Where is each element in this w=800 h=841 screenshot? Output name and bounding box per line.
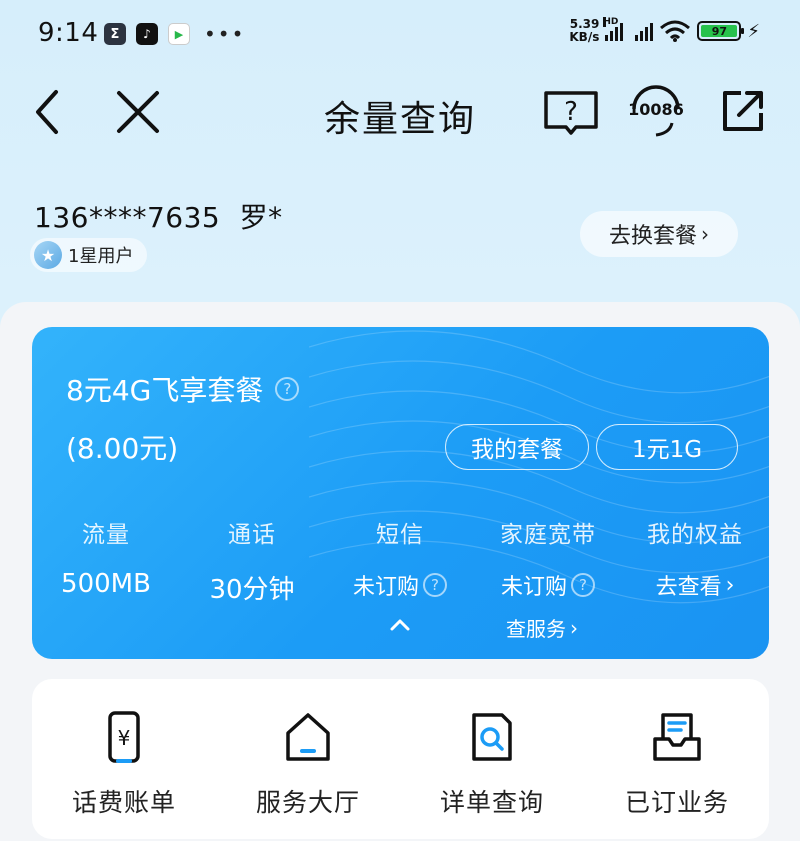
- hd-label: HD: [603, 17, 619, 27]
- promo-button[interactable]: 1元1G: [596, 424, 738, 470]
- sigma-app-icon: Σ: [104, 23, 126, 45]
- usage-value: 500MB: [32, 569, 180, 599]
- change-plan-button[interactable]: 去换套餐 ›: [580, 211, 738, 257]
- usage-value-text: 去查看: [655, 575, 722, 600]
- usage-label: 通话: [228, 522, 276, 548]
- usage-sms[interactable]: 短信 未订购 ?: [326, 515, 474, 601]
- customer-service-button[interactable]: 10086: [624, 78, 688, 142]
- usage-value-text: 30分钟: [209, 575, 295, 605]
- question-icon[interactable]: ?: [423, 573, 447, 597]
- help-book-icon: ?: [544, 91, 598, 135]
- usage-label: 家庭宽带: [500, 522, 596, 548]
- usage-value-text: 500MB: [61, 569, 151, 599]
- status-bar: 9:14 Σ ♪ ▶ ••• 5.39 KB/s HD 97 ⚡: [0, 0, 800, 70]
- plan-name-label: 8元4G飞享套餐: [66, 374, 264, 407]
- decorative-wave-pattern: [309, 330, 769, 604]
- usage-value-text: 未订购: [500, 575, 567, 600]
- svg-text:¥: ¥: [118, 726, 131, 750]
- plan-name[interactable]: 8元4G飞享套餐 ?: [66, 369, 300, 409]
- share-button[interactable]: [714, 82, 772, 140]
- tiktok-app-icon: ♪: [136, 23, 158, 45]
- quick-actions-card: ¥ 话费账单 服务大厅 详单查询 已订业务: [32, 679, 769, 839]
- user-level-label: 1星用户: [68, 246, 134, 267]
- wifi-icon: [660, 20, 691, 42]
- question-icon[interactable]: ?: [571, 573, 595, 597]
- collapse-chevron-up-icon[interactable]: [388, 617, 412, 633]
- plan-price: (8.00元): [66, 432, 179, 465]
- usage-broadband[interactable]: 家庭宽带 未订购 ?: [474, 515, 622, 601]
- service-number: 10086: [628, 100, 684, 119]
- status-time: 9:14: [38, 18, 99, 48]
- usage-value: 去查看 ›: [621, 569, 769, 601]
- chevron-right-icon: ›: [701, 222, 709, 246]
- usage-label: 流量: [82, 522, 130, 548]
- bill-icon: ¥: [108, 711, 140, 763]
- quick-action-detail[interactable]: 详单查询: [400, 709, 584, 819]
- nav-bar: 余量查询 ? 10086: [0, 70, 800, 160]
- battery-icon: 97: [697, 21, 745, 41]
- charging-icon: ⚡: [747, 20, 760, 42]
- signal-1-icon: HD: [603, 17, 624, 41]
- battery-level: 97: [701, 25, 738, 38]
- quick-action-subscribed[interactable]: 已订业务: [585, 709, 769, 819]
- usage-value: 未订购 ?: [326, 569, 474, 601]
- question-icon[interactable]: ?: [275, 377, 300, 401]
- chevron-right-icon: ›: [725, 572, 735, 598]
- usage-value-text: 未订购: [352, 575, 419, 600]
- check-service-label: 查服务: [506, 617, 566, 641]
- help-button[interactable]: ?: [540, 84, 602, 140]
- quick-action-bill[interactable]: ¥ 话费账单: [32, 709, 216, 819]
- user-phone: 136****7635: [34, 201, 221, 234]
- detail-search-icon: [472, 713, 512, 761]
- user-level-badge[interactable]: ★ 1星用户: [30, 238, 148, 272]
- help-symbol: ?: [564, 97, 578, 127]
- subscribed-icon: [653, 713, 701, 761]
- check-service-link[interactable]: 查服务 ›: [506, 613, 578, 642]
- quick-action-label: 话费账单: [71, 788, 176, 817]
- hall-icon: [286, 713, 330, 761]
- change-plan-label: 去换套餐: [608, 224, 697, 249]
- usage-calls[interactable]: 通话 30分钟: [178, 515, 326, 606]
- share-icon: [723, 91, 763, 131]
- headset-icon: 10086: [628, 85, 684, 137]
- my-plan-button[interactable]: 我的套餐: [445, 424, 589, 470]
- star-icon: ★: [34, 241, 62, 269]
- quick-action-label: 服务大厅: [255, 788, 360, 817]
- user-phone-name: 136****7635 罗*: [34, 196, 283, 236]
- network-speed: 5.39 KB/s: [569, 18, 599, 44]
- quick-action-hall[interactable]: 服务大厅: [216, 709, 400, 819]
- plan-card: 8元4G飞享套餐 ? (8.00元) 我的套餐 1元1G 流量 500MB 通话…: [32, 327, 769, 659]
- user-name: 罗*: [239, 201, 283, 234]
- status-app-icons: Σ ♪ ▶ •••: [104, 22, 245, 46]
- usage-label: 我的权益: [647, 522, 743, 548]
- usage-value: 未订购 ?: [474, 569, 622, 601]
- quick-action-label: 已订业务: [624, 788, 729, 817]
- chevron-right-icon: ›: [570, 615, 578, 640]
- usage-benefits[interactable]: 我的权益 去查看 ›: [621, 515, 769, 601]
- status-indicators: 5.39 KB/s HD 97 ⚡: [569, 17, 760, 44]
- quick-action-label: 详单查询: [439, 788, 544, 817]
- signal-2-icon: [635, 21, 654, 41]
- kuaishou-app-icon: ▶: [168, 23, 190, 45]
- usage-value: 30分钟: [178, 569, 326, 606]
- usage-data[interactable]: 流量 500MB: [32, 515, 180, 599]
- more-notifications-icon: •••: [204, 22, 246, 46]
- network-speed-unit: KB/s: [569, 30, 600, 44]
- usage-label: 短信: [376, 522, 424, 548]
